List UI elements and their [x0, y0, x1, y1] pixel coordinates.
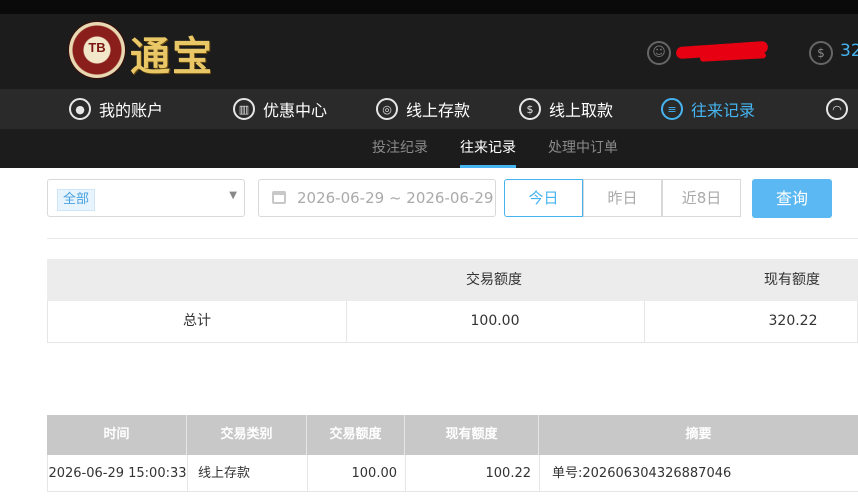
top-strip — [0, 0, 858, 14]
summary-total-label: 总计 — [183, 313, 211, 329]
balance-amount[interactable]: 32 — [840, 41, 858, 61]
search-button[interactable]: 查询 — [752, 179, 832, 218]
nav-label: 往来记录 — [691, 101, 756, 120]
summary-header-balance: 现有额度 — [764, 272, 820, 288]
tab-transaction-records[interactable]: 往来记录 — [460, 129, 516, 168]
gift-icon: ▥ — [233, 98, 255, 120]
calendar-icon — [272, 191, 286, 204]
logo-badge-text: TB — [88, 40, 106, 55]
nav-label: 线上取款 — [549, 101, 614, 120]
nav-notifications[interactable]: ◠ — [826, 89, 856, 129]
nav-label: 我的账户 — [99, 101, 164, 120]
row-time: 2026-06-29 15:00:33 — [47, 455, 187, 492]
nav-records[interactable]: ≡ 往来记录 — [661, 89, 755, 129]
header: TB 通宝 ☺ $ 32 — [0, 14, 858, 89]
caret-down-icon[interactable]: ▼ — [229, 190, 237, 201]
type-select[interactable]: 全部 ▼ — [47, 179, 245, 217]
deposit-icon: ◎ — [376, 98, 398, 120]
table-row: 2026-06-29 15:00:33 线上存款 100.00 100.22 单… — [47, 455, 858, 492]
tab-pending-orders[interactable]: 处理中订单 — [548, 129, 618, 168]
row-amount: 100.00 — [307, 455, 405, 492]
quick-yesterday-button[interactable]: 昨日 — [583, 179, 662, 217]
dollar-coin-icon[interactable]: $ — [809, 41, 833, 65]
col-balance[interactable]: 现有额度 — [405, 415, 539, 455]
col-amount[interactable]: 交易额度 — [307, 415, 405, 455]
records-header: 时间 交易类别 交易额度 现有额度 摘要 — [47, 415, 858, 455]
summary-row: 总计 100.00 320.22 — [47, 301, 858, 343]
quick-today-button[interactable]: 今日 — [504, 179, 583, 217]
summary-total-amount: 100.00 — [470, 313, 520, 329]
brand-name[interactable]: 通宝 — [130, 24, 214, 82]
bell-icon: ◠ — [826, 98, 848, 120]
quick-8days-button[interactable]: 近8日 — [662, 179, 741, 217]
sub-nav: 投注纪录 往来记录 处理中订单 — [0, 129, 858, 168]
user-icon[interactable]: ☺ — [647, 41, 671, 65]
main-nav: ● 我的账户 ▥ 优惠中心 ◎ 线上存款 $ 线上取款 ≡ 往来记录 ◠ — [0, 89, 858, 129]
col-type[interactable]: 交易类别 — [187, 415, 307, 455]
nav-my-account[interactable]: ● 我的账户 — [69, 89, 163, 129]
col-summary[interactable]: 摘要 — [539, 415, 858, 455]
user-icon: ● — [69, 98, 91, 120]
logo-badge[interactable]: TB — [69, 22, 125, 78]
nav-label: 线上存款 — [406, 101, 471, 120]
tab-betting-records[interactable]: 投注纪录 — [372, 129, 428, 168]
nav-online-withdraw[interactable]: $ 线上取款 — [519, 89, 613, 129]
row-balance: 100.22 — [405, 455, 539, 492]
col-time[interactable]: 时间 — [47, 415, 187, 455]
row-summary: 单号:202606304326887046 — [539, 455, 858, 492]
row-type: 线上存款 — [187, 455, 307, 492]
summary-header: 交易额度 现有额度 — [47, 259, 858, 301]
summary-header-amount: 交易额度 — [466, 272, 522, 288]
withdraw-icon: $ — [519, 98, 541, 120]
type-tag[interactable]: 全部 — [57, 189, 96, 211]
date-range-picker[interactable]: 2026-06-29 ~ 2026-06-29 — [258, 179, 496, 217]
nav-promotions[interactable]: ▥ 优惠中心 — [233, 89, 327, 129]
nav-label: 优惠中心 — [263, 101, 328, 120]
date-range-value: 2026-06-29 ~ 2026-06-29 — [297, 189, 494, 207]
summary-total-balance: 320.22 — [768, 313, 818, 329]
nav-online-deposit[interactable]: ◎ 线上存款 — [376, 89, 470, 129]
records-icon: ≡ — [661, 98, 683, 120]
divider — [47, 238, 858, 239]
